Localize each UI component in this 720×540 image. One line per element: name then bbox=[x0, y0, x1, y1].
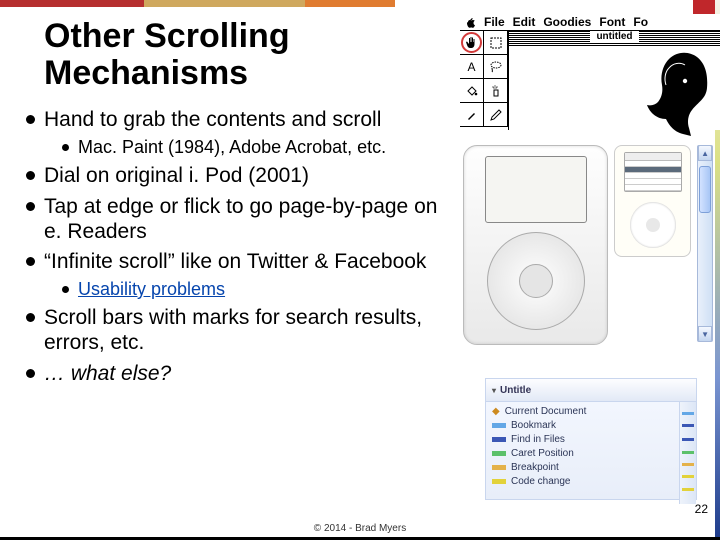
legend-caret: Caret Position bbox=[492, 448, 673, 459]
spray-tool-icon bbox=[484, 79, 508, 103]
bullet-scrollbar-marks: Scroll bars with marks for search result… bbox=[22, 306, 452, 356]
ipod-photo bbox=[614, 145, 691, 257]
menu-file: File bbox=[484, 15, 505, 29]
legend-label: Caret Position bbox=[511, 448, 574, 459]
mark-find bbox=[682, 438, 694, 441]
legend-codechange: Code change bbox=[492, 476, 673, 487]
ipod-menu-row bbox=[625, 185, 681, 191]
scroll-thumb bbox=[699, 166, 711, 213]
legend-label: Bookmark bbox=[511, 420, 556, 431]
menu-edit: Edit bbox=[513, 15, 536, 29]
legend-bookmark: Bookmark bbox=[492, 420, 673, 431]
menu-font: Font bbox=[599, 15, 625, 29]
scrollbar-markbar bbox=[679, 402, 696, 504]
document-titlebar: untitled bbox=[509, 31, 720, 46]
legend-breakpoint: Breakpoint bbox=[492, 462, 673, 473]
marks-panel-title: Untitle bbox=[500, 385, 531, 396]
subbullet-macpaint: Mac. Paint (1984), Adobe Acrobat, etc. bbox=[60, 137, 452, 158]
legend-label: Current Document bbox=[505, 406, 587, 417]
macpaint-menubar: File Edit Goodies Font Fo bbox=[460, 14, 720, 31]
mark-codechange bbox=[682, 475, 694, 478]
mark-codechange bbox=[682, 488, 694, 491]
menu-goodies: Goodies bbox=[543, 15, 591, 29]
bullet-text: Tap at edge or flick to go page-by-page … bbox=[44, 195, 437, 243]
brush-tool-icon bbox=[460, 103, 484, 127]
bullet-what-else: … what else? bbox=[22, 362, 452, 387]
page-number: 22 bbox=[695, 502, 708, 516]
title-line-2: Mechanisms bbox=[44, 54, 248, 92]
swatch-findinfiles bbox=[492, 437, 506, 442]
ipod-screen bbox=[624, 152, 682, 192]
bucket-tool-icon bbox=[460, 79, 484, 103]
bullet-hand-grab: Hand to grab the contents and scroll Mac… bbox=[22, 108, 452, 158]
marquee-tool-icon bbox=[484, 31, 508, 55]
bullet-ereader-flick: Tap at edge or flick to go page-by-page … bbox=[22, 195, 452, 245]
swatch-caret bbox=[492, 451, 506, 456]
mark-breakpoint bbox=[682, 463, 694, 466]
marks-panel-header: ▾ Untitle bbox=[486, 379, 696, 402]
title-line-1: Other Scrolling bbox=[44, 17, 290, 55]
mark-caret bbox=[682, 451, 694, 454]
scroll-down-icon: ▼ bbox=[698, 326, 712, 342]
macpaint-document: untitled bbox=[509, 31, 720, 130]
bullet-text: Scroll bars with marks for search result… bbox=[44, 306, 422, 354]
copyright-text: © 2014 - Brad Myers bbox=[314, 523, 406, 534]
bullet-text: … what else? bbox=[44, 362, 171, 385]
mark-find bbox=[682, 424, 694, 427]
marks-legend: ◆ Current Document Bookmark Find in File… bbox=[486, 402, 679, 504]
pencil-tool-icon bbox=[484, 103, 508, 127]
document-title: untitled bbox=[590, 31, 638, 42]
legend-current: ◆ Current Document bbox=[492, 406, 673, 417]
swatch-breakpoint bbox=[492, 465, 506, 470]
top-accent-stripe bbox=[0, 0, 395, 7]
subbullet-text: Mac. Paint (1984), Adobe Acrobat, etc. bbox=[78, 137, 386, 157]
ipod-screen-header bbox=[625, 153, 681, 161]
bullet-text: Hand to grab the contents and scroll bbox=[44, 108, 381, 131]
sample-scrollbar: ▲ ▼ bbox=[697, 145, 713, 342]
bullet-infinite-scroll: “Infinite scroll” like on Twitter & Face… bbox=[22, 250, 452, 300]
scrollbar-marks-panel: ▾ Untitle ◆ Current Document Bookmark Fi… bbox=[485, 378, 697, 500]
scroll-up-icon: ▲ bbox=[698, 145, 712, 161]
ipod-images: ▲ ▼ bbox=[463, 145, 713, 345]
macpaint-screenshot: File Edit Goodies Font Fo A bbox=[460, 14, 720, 129]
legend-label: Code change bbox=[511, 476, 571, 487]
swatch-bookmark bbox=[492, 423, 506, 428]
apple-menu-icon bbox=[466, 17, 476, 27]
text-tool-icon: A bbox=[460, 55, 484, 79]
bullet-ipod-dial: Dial on original i. Pod (2001) bbox=[22, 164, 452, 189]
ipod-clickwheel bbox=[630, 202, 676, 248]
swatch-codechange bbox=[492, 479, 506, 484]
bullet-text: Dial on original i. Pod (2001) bbox=[44, 164, 309, 187]
clickwheel-icon bbox=[487, 232, 585, 330]
usability-link[interactable]: Usability problems bbox=[78, 279, 225, 299]
disclosure-icon: ▾ bbox=[492, 386, 496, 395]
woodcut-figure bbox=[637, 51, 717, 136]
legend-label: Find in Files bbox=[511, 434, 565, 445]
legend-findinfiles: Find in Files bbox=[492, 434, 673, 445]
macpaint-tool-palette: A bbox=[460, 31, 509, 130]
mark-bookmark bbox=[682, 412, 694, 415]
subbullet-usability: Usability problems bbox=[60, 279, 452, 300]
bullet-text: “Infinite scroll” like on Twitter & Face… bbox=[44, 250, 426, 273]
hand-tool-icon bbox=[460, 31, 484, 55]
bullet-list: Hand to grab the contents and scroll Mac… bbox=[22, 108, 452, 393]
ipod-outline-drawing bbox=[463, 145, 608, 345]
legend-label: Breakpoint bbox=[511, 462, 559, 473]
slide-title: Other Scrolling Mechanisms bbox=[44, 18, 290, 93]
menu-cut: Fo bbox=[633, 15, 648, 29]
lasso-tool-icon bbox=[484, 55, 508, 79]
